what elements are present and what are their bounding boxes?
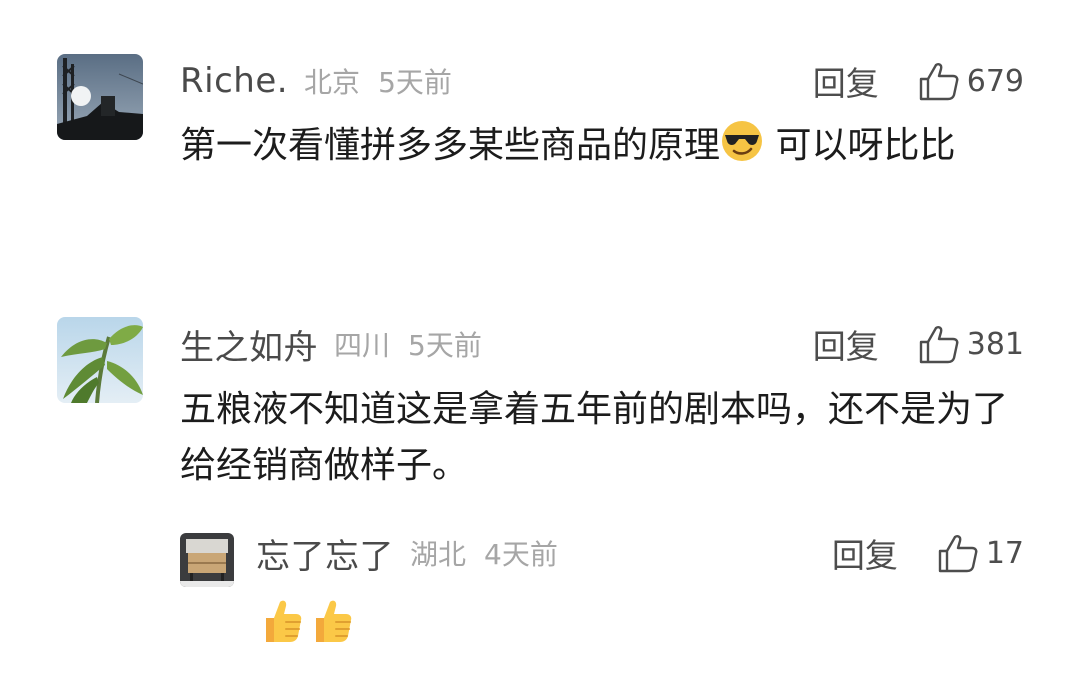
thumbs-up-emoji-icon	[316, 600, 352, 642]
reply-actions: 回复 17	[832, 528, 1024, 578]
user-avatar[interactable]	[180, 533, 234, 587]
thumbs-up-emoji-icon	[266, 600, 302, 642]
like-count: 17	[985, 535, 1024, 571]
like-button[interactable]: 17	[936, 531, 1024, 575]
timestamp: 5天前	[408, 329, 482, 362]
reply-button[interactable]: 回复	[813, 57, 879, 105]
like-button[interactable]: 679	[917, 59, 1024, 103]
reply-text	[256, 596, 456, 646]
location: 四川	[334, 329, 391, 362]
username[interactable]: Riche.	[180, 61, 288, 101]
location: 湖北	[410, 538, 467, 571]
comment-text-main: 第一次看懂拼多多某些商品的原理	[180, 125, 721, 166]
username[interactable]: 生之如舟	[180, 320, 318, 369]
sunglasses-emoji-icon	[720, 119, 764, 180]
reply-header: 忘了忘了 湖北 4天前	[256, 528, 558, 578]
cabinet-avatar-icon	[180, 533, 234, 587]
comment-actions: 回复 381	[813, 319, 1024, 369]
comment-list: Riche. 北京 5天前 回复 679 第一次看懂拼多多某些商品的原理 可以呀…	[0, 0, 1080, 679]
thumbs-up-icon	[919, 63, 959, 101]
like-count: 679	[966, 63, 1024, 99]
comment-actions: 回复 679	[813, 56, 1024, 106]
timestamp: 4天前	[484, 538, 558, 571]
comment-text-main: 五粮液不知道这是拿着五年前的剧本吗，还不是为了给经销商做样子。	[180, 389, 1009, 486]
reply-button[interactable]: 回复	[813, 320, 879, 368]
timestamp: 5天前	[378, 66, 452, 99]
comment-text-tail: 可以呀比比	[764, 125, 956, 166]
comment-header: 生之如舟 四川 5天前	[180, 319, 482, 369]
thumbs-up-icon	[919, 326, 959, 364]
comment-text: 第一次看懂拼多多某些商品的原理 可以呀比比	[180, 118, 1020, 180]
location: 北京	[304, 66, 361, 99]
like-count: 381	[966, 326, 1024, 362]
comment-header: Riche. 北京 5天前	[180, 56, 452, 106]
user-avatar[interactable]	[57, 317, 143, 403]
username[interactable]: 忘了忘了	[256, 529, 394, 578]
night-tower-avatar-icon	[57, 54, 143, 140]
banana-leaf-avatar-icon	[57, 317, 143, 403]
thumbs-up-icon	[938, 535, 978, 573]
user-avatar[interactable]	[57, 54, 143, 140]
reply-button[interactable]: 回复	[832, 529, 898, 577]
comment-text: 五粮液不知道这是拿着五年前的剧本吗，还不是为了给经销商做样子。	[180, 382, 1010, 494]
like-button[interactable]: 381	[917, 322, 1024, 366]
